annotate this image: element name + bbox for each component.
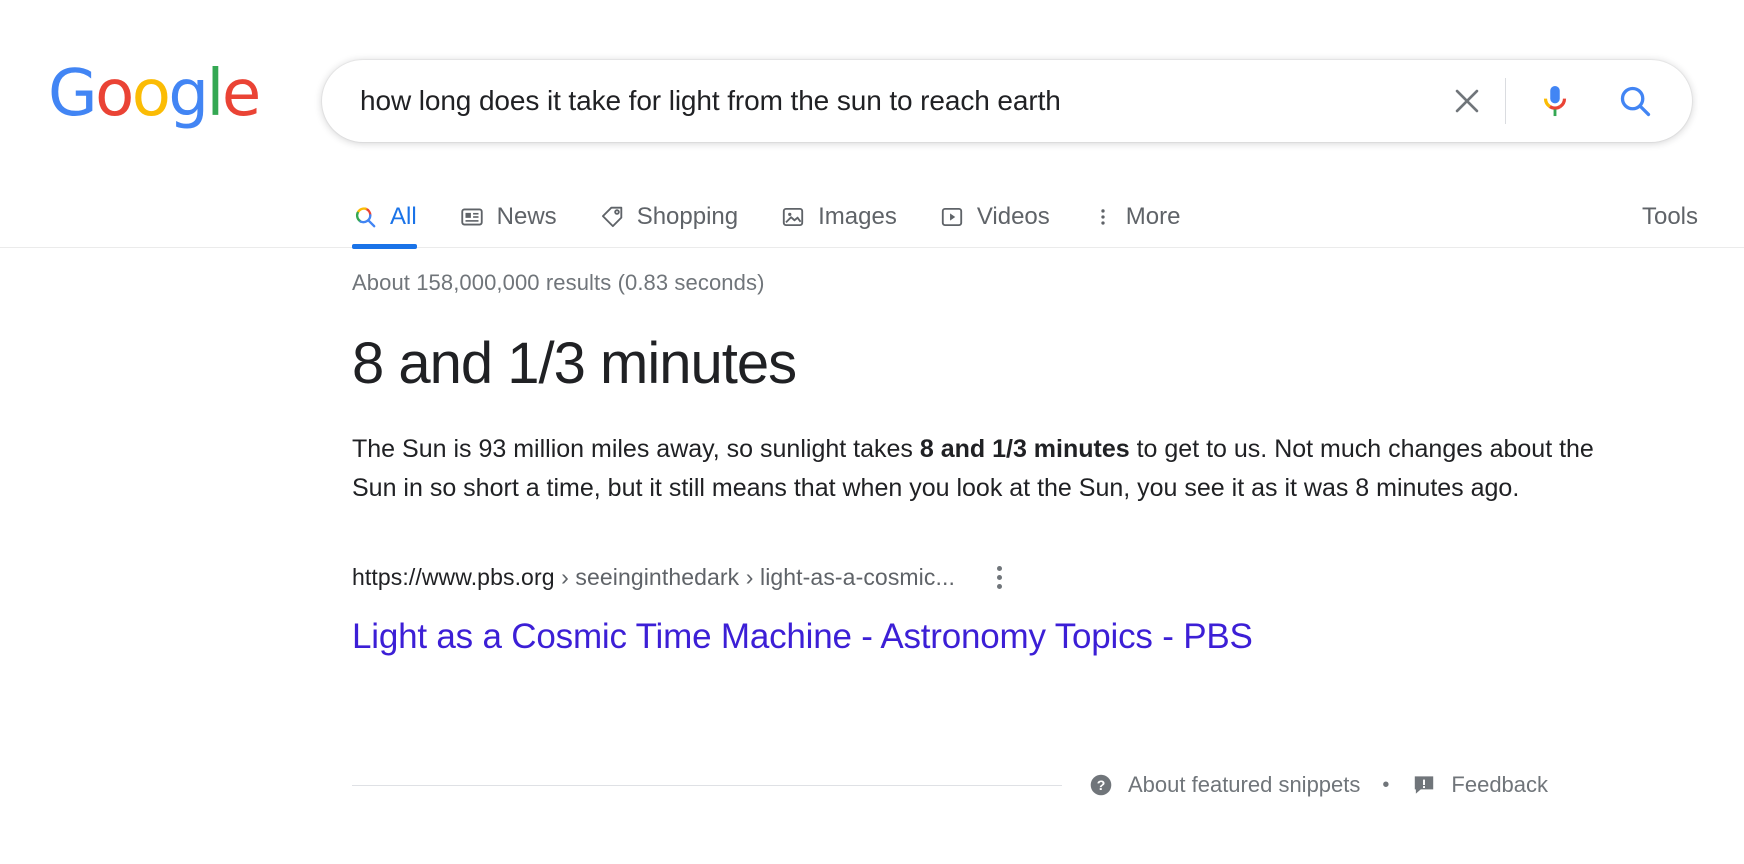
- logo-letter-o1: o: [95, 57, 134, 131]
- video-play-icon: [939, 204, 965, 230]
- result-title-link[interactable]: Light as a Cosmic Time Machine - Astrono…: [352, 617, 1253, 657]
- close-icon[interactable]: [1441, 75, 1493, 127]
- logo-letter-l: l: [206, 57, 225, 131]
- menu-dot: [997, 566, 1003, 572]
- tab-images-label: Images: [818, 203, 897, 230]
- active-tab-underline: [352, 244, 417, 249]
- featured-snippet-text: The Sun is 93 million miles away, so sun…: [352, 430, 1622, 509]
- microphone-icon[interactable]: [1528, 74, 1582, 128]
- logo-letter-o2: o: [131, 57, 171, 131]
- snippet-text-bold: 8 and 1/3 minutes: [919, 434, 1130, 463]
- google-logo[interactable]: Google: [48, 57, 261, 131]
- about-featured-snippets-link[interactable]: ? About featured snippets: [1088, 772, 1360, 798]
- more-vertical-icon: [1092, 204, 1114, 230]
- image-icon: [780, 204, 806, 230]
- search-bar-actions: [1441, 74, 1662, 128]
- google-search-results-page: Google how long does it take for light f…: [0, 0, 1744, 864]
- newspaper-icon: [459, 204, 485, 230]
- search-bar[interactable]: [322, 60, 1692, 142]
- search-nav-bar: All News Shopping Images Videos More Too…: [0, 186, 1744, 249]
- result-url-domain: https://www.pbs.org: [352, 564, 555, 591]
- tab-images[interactable]: Images: [780, 186, 897, 248]
- result-url[interactable]: https://www.pbs.org › seeinginthedark › …: [352, 564, 955, 591]
- tab-news-label: News: [496, 203, 557, 230]
- footer-separator: •: [1382, 773, 1390, 796]
- tab-all-label: All: [390, 203, 417, 230]
- snippet-text-part-1: The Sun is 93 million miles away, so sun…: [352, 434, 920, 463]
- search-input[interactable]: [360, 81, 1441, 121]
- tab-more-label: More: [1125, 203, 1181, 230]
- feedback-icon: [1411, 772, 1437, 798]
- search-divider: [1505, 78, 1506, 124]
- search-icon: [352, 204, 378, 230]
- logo-letter-g2: g: [168, 57, 209, 131]
- svg-text:?: ?: [1097, 777, 1106, 793]
- search-icon[interactable]: [1608, 74, 1662, 128]
- more-vertical-icon[interactable]: [985, 561, 1015, 595]
- menu-dot: [997, 584, 1003, 590]
- tab-all[interactable]: All: [352, 186, 417, 249]
- search-results: About 158,000,000 results (0.83 seconds)…: [352, 270, 1652, 657]
- menu-dot: [997, 575, 1003, 581]
- footer-divider: [352, 784, 1062, 786]
- result-url-row: https://www.pbs.org › seeinginthedark › …: [352, 561, 1652, 595]
- result-stats: About 158,000,000 results (0.83 seconds): [352, 270, 765, 295]
- logo-letter-e: e: [221, 57, 261, 131]
- feedback-label: Feedback: [1451, 772, 1549, 797]
- page-header: Google: [0, 0, 1744, 160]
- tab-shopping-label: Shopping: [636, 203, 739, 230]
- featured-snippet: 8 and 1/3 minutes The Sun is 93 million …: [352, 332, 1652, 657]
- featured-snippet-footer: ? About featured snippets • Feedback: [352, 772, 1652, 798]
- help-circle-icon: ?: [1088, 772, 1114, 798]
- footer-links: ? About featured snippets • Feedback: [1088, 772, 1548, 798]
- tab-shopping[interactable]: Shopping: [599, 186, 738, 248]
- tab-more[interactable]: More: [1092, 186, 1181, 248]
- tag-icon: [599, 204, 625, 230]
- tab-news[interactable]: News: [459, 186, 557, 248]
- logo-letter-g: G: [48, 57, 98, 131]
- feedback-link[interactable]: Feedback: [1411, 772, 1548, 798]
- about-featured-snippets-label: About featured snippets: [1128, 772, 1361, 797]
- result-url-crumbs: › seeinginthedark › light-as-a-cosmic...: [554, 564, 955, 591]
- search-tabs: All News Shopping Images Videos More: [352, 186, 1222, 249]
- tools-button[interactable]: Tools: [1642, 186, 1698, 248]
- tools-button-label: Tools: [1641, 203, 1698, 230]
- tab-videos-label: Videos: [976, 203, 1050, 230]
- tab-videos[interactable]: Videos: [939, 186, 1050, 248]
- featured-snippet-answer: 8 and 1/3 minutes: [352, 331, 797, 396]
